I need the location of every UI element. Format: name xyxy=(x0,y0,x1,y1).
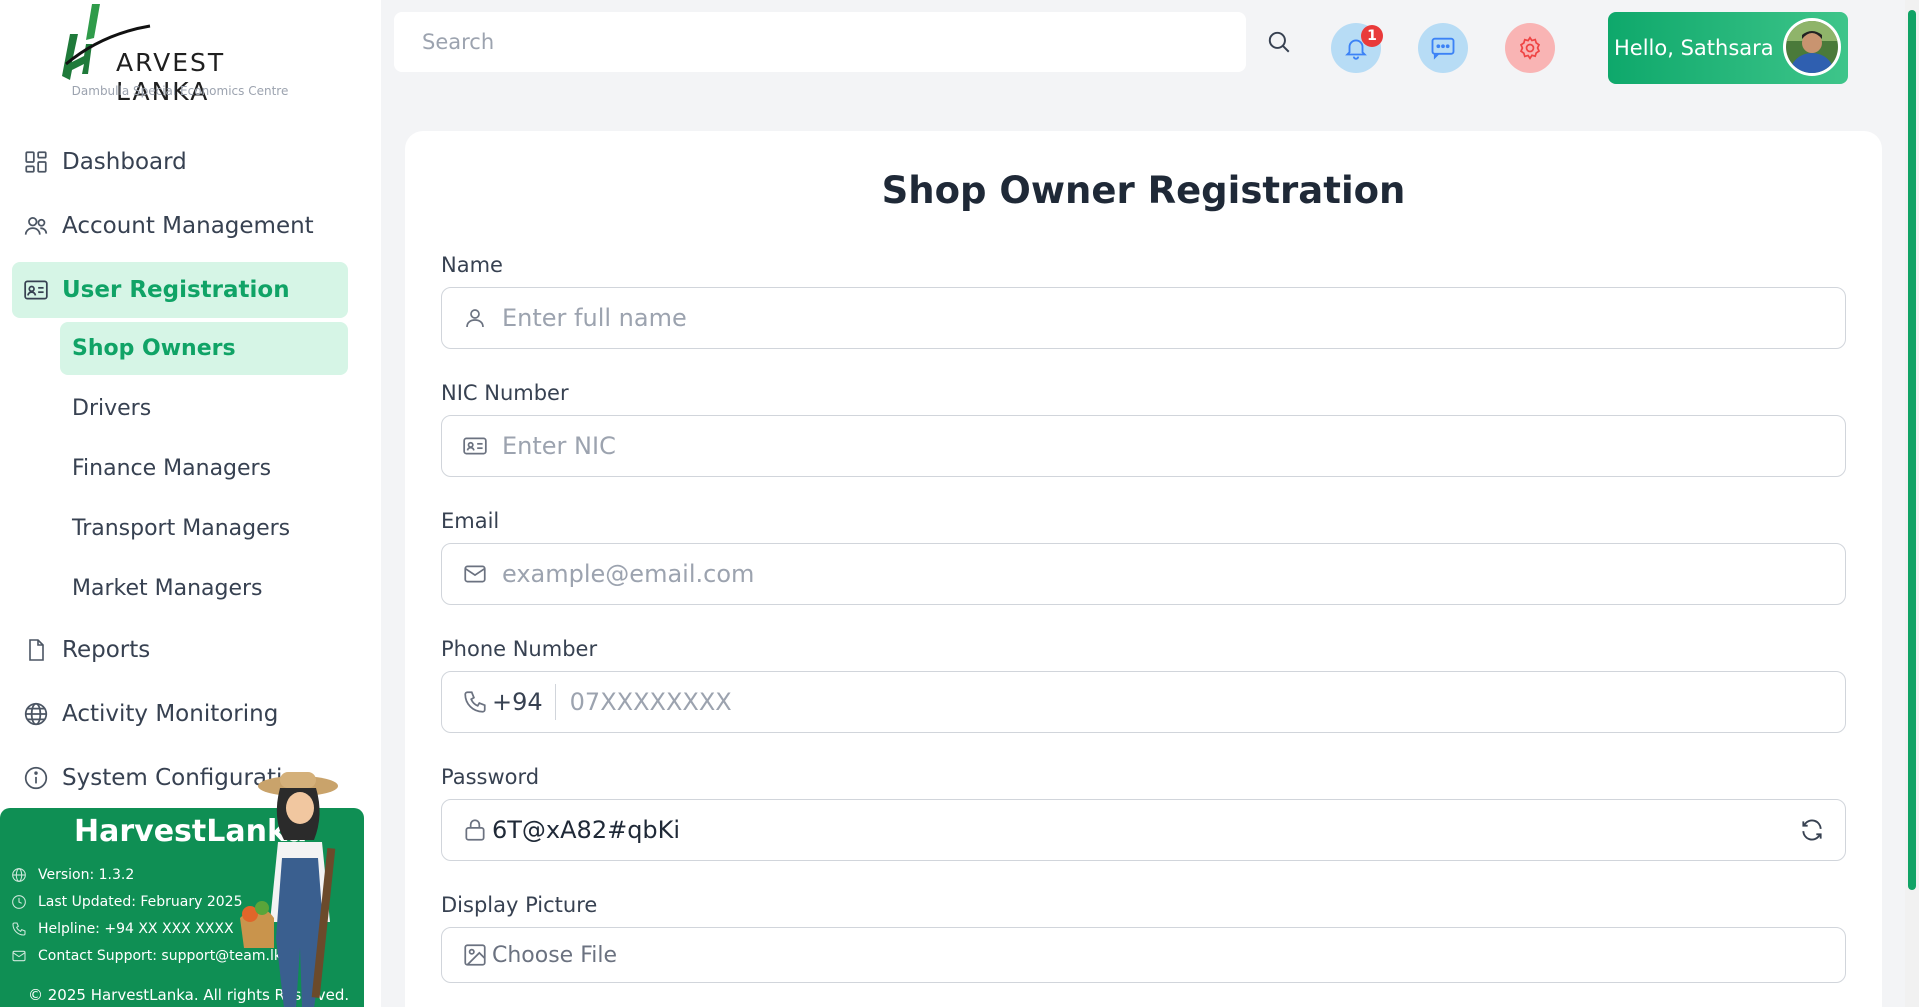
mail-icon xyxy=(10,947,28,965)
sidebar-item-account-management[interactable]: Account Management xyxy=(12,198,348,254)
sidebar-item-activity-monitoring[interactable]: Activity Monitoring xyxy=(12,686,348,742)
harvest-lanka-logo[interactable]: ARVEST LANKA Dambulla Special Economics … xyxy=(62,4,312,106)
settings-button[interactable] xyxy=(1505,23,1555,73)
info-icon xyxy=(22,764,50,792)
page-scrollbar[interactable] xyxy=(1905,0,1919,1007)
globe-icon xyxy=(22,700,50,728)
phone-label: Phone Number xyxy=(441,637,598,661)
phone-field[interactable]: +94 xyxy=(441,671,1846,733)
submenu-item-drivers[interactable]: Drivers xyxy=(60,382,348,435)
updated-text: Last Updated: February 2025 xyxy=(38,894,243,910)
dashboard-icon xyxy=(22,148,50,176)
version-text: Version: 1.3.2 xyxy=(38,867,135,883)
display-picture-label: Display Picture xyxy=(441,893,598,917)
nic-label: NIC Number xyxy=(441,381,569,405)
phone-icon xyxy=(10,920,28,938)
display-picture-field[interactable]: Choose File xyxy=(441,927,1846,983)
nic-field[interactable] xyxy=(441,415,1846,477)
helpline-text: Helpline: +94 XX XXX XXXX xyxy=(38,921,234,937)
submenu-item-market-managers[interactable]: Market Managers xyxy=(60,562,348,615)
user-icon xyxy=(460,303,490,333)
sidebar-item-label: User Registration xyxy=(62,277,290,303)
mail-icon xyxy=(460,559,490,589)
search-input[interactable] xyxy=(394,12,1246,72)
name-label: Name xyxy=(441,253,503,277)
file-icon xyxy=(22,636,50,664)
sidebar-item-reports[interactable]: Reports xyxy=(12,622,348,678)
sidebar-item-label: Account Management xyxy=(62,213,314,239)
globe-icon xyxy=(10,866,28,884)
brand-subtitle: Dambulla Special Economics Centre xyxy=(71,84,289,98)
submenu-item-finance-managers[interactable]: Finance Managers xyxy=(60,442,348,495)
version-line: Version: 1.3.2 xyxy=(10,866,134,884)
country-code-prefix: +94 xyxy=(492,684,556,720)
page-title: Shop Owner Registration xyxy=(881,169,1406,212)
name-input[interactable] xyxy=(502,304,1845,332)
chat-icon xyxy=(1431,37,1455,60)
avatar xyxy=(1783,18,1841,76)
image-icon xyxy=(460,940,490,970)
submenu-item-shop-owners[interactable]: Shop Owners xyxy=(60,322,348,375)
sidebar-nav: Dashboard Account Management User Regist… xyxy=(12,134,348,326)
updated-line: Last Updated: February 2025 xyxy=(10,893,242,911)
phone-icon xyxy=(460,687,490,717)
email-label: Email xyxy=(441,509,500,533)
email-field[interactable] xyxy=(441,543,1846,605)
search-icon[interactable] xyxy=(1266,29,1294,57)
notification-count-badge: 1 xyxy=(1361,25,1383,47)
sidebar-item-label: Dashboard xyxy=(62,149,187,175)
user-greeting: Hello, Sathsara xyxy=(1614,36,1774,60)
sidebar-item-dashboard[interactable]: Dashboard xyxy=(12,134,348,190)
helpline-line: Helpline: +94 XX XXX XXXX xyxy=(10,920,234,938)
user-registration-submenu: Shop Owners Drivers Finance Managers Tra… xyxy=(60,322,348,622)
sidebar-item-label: Activity Monitoring xyxy=(62,701,279,727)
password-input[interactable] xyxy=(492,816,1797,844)
phone-input[interactable] xyxy=(569,688,1845,716)
lock-icon xyxy=(460,815,490,845)
nic-input[interactable] xyxy=(502,432,1845,460)
submenu-item-transport-managers[interactable]: Transport Managers xyxy=(60,502,348,555)
name-field[interactable] xyxy=(441,287,1846,349)
id-card-icon xyxy=(460,431,490,461)
gear-icon xyxy=(1519,36,1541,60)
id-card-icon xyxy=(22,276,50,304)
sidebar-item-label: Reports xyxy=(62,637,151,663)
user-profile-button[interactable]: Hello, Sathsara xyxy=(1608,12,1848,84)
registration-form-card: Shop Owner Registration Name NIC Number … xyxy=(405,131,1882,1007)
farmer-illustration-icon xyxy=(240,772,338,1007)
scrollbar-thumb[interactable] xyxy=(1908,10,1916,890)
sidebar: ARVEST LANKA Dambulla Special Economics … xyxy=(0,0,381,1007)
sidebar-item-user-registration[interactable]: User Registration xyxy=(12,262,348,318)
choose-file-button[interactable]: Choose File xyxy=(492,943,617,968)
clock-icon xyxy=(10,893,28,911)
users-icon xyxy=(22,212,50,240)
messages-button[interactable] xyxy=(1418,23,1468,73)
regenerate-password-icon[interactable] xyxy=(1797,815,1827,845)
password-field[interactable] xyxy=(441,799,1846,861)
email-input[interactable] xyxy=(502,560,1845,588)
password-label: Password xyxy=(441,765,540,789)
